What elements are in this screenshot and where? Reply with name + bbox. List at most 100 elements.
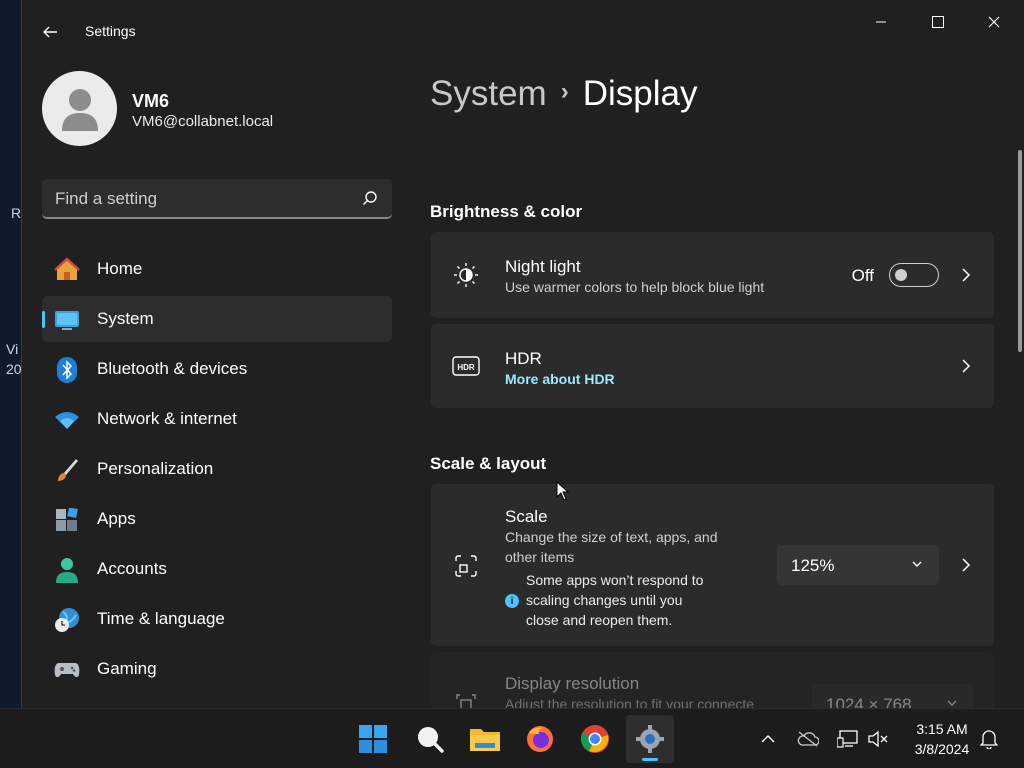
sidebar-item-label: Bluetooth & devices [97,359,248,378]
back-button[interactable] [34,16,66,48]
back-arrow-icon [43,26,57,38]
show-hidden-icons-button[interactable] [756,727,780,751]
sidebar-item-time-language[interactable]: Time & language [42,596,392,642]
bluetooth-icon [54,357,80,383]
breadcrumb: System › Display [430,74,697,114]
toggle-knob [895,269,907,281]
notifications-button[interactable] [977,727,1001,751]
section-title-brightness: Brightness & color [430,202,583,221]
avatar [42,71,117,146]
brush-icon [54,457,80,483]
search-placeholder: Find a setting [55,189,158,208]
gamepad-icon [54,657,80,683]
chevron-down-icon [947,700,957,706]
main-content: System › Display Brightness & color Night … [430,0,1005,708]
hdr-title: HDR [505,349,542,368]
sidebar-item-label: Accounts [97,559,167,578]
clock-date: 3/8/2024 [914,741,970,757]
sidebar-item-system[interactable]: System [42,296,392,342]
display-resolution-title: Display resolution [505,674,640,693]
file-explorer-icon [470,729,500,751]
firefox-icon [527,726,553,752]
night-light-toggle[interactable] [889,263,939,287]
night-light-title: Night light [505,257,581,276]
scale-dropdown-value: 125% [791,556,835,575]
hdr-more-link[interactable]: More about HDR [505,371,615,387]
active-app-indicator [642,758,658,761]
search-input[interactable]: Find a setting [42,179,392,219]
profile-email: VM6@collabnet.local [132,113,274,130]
night-light-state-label: Off [851,266,874,285]
scale-note-line1: Some apps won’t respond to [526,572,704,588]
breadcrumb-parent[interactable]: System [430,74,547,113]
sidebar-item-home[interactable]: Home [42,246,392,292]
sidebar-item-accounts[interactable]: Accounts [42,546,392,592]
sidebar-item-gaming[interactable]: Gaming [42,646,392,692]
hdr-icon: HDR [451,351,481,381]
taskbar-settings[interactable] [626,715,674,763]
display-resolution-subtitle: Adjust the resolution to fit your connec… [505,696,755,708]
page-title: Display [582,74,698,113]
taskbar-chrome[interactable] [571,715,619,763]
scale-dropdown[interactable]: 125% [777,545,939,585]
scale-icon [451,551,481,581]
sidebar-item-bluetooth[interactable]: Bluetooth & devices [42,346,392,392]
mouse-cursor-icon [556,481,570,501]
network-icon [837,730,858,748]
resolution-dropdown[interactable]: 1024 × 768 [812,684,974,708]
settings-icon [636,725,664,753]
display-resolution-card[interactable]: Display resolution Adjust the resolution… [431,652,994,708]
scale-title: Scale [505,507,548,526]
scrollbar-thumb[interactable] [1018,150,1022,352]
scale-note-line2: scaling changes until you [526,592,683,608]
accounts-icon [54,557,80,583]
sidebar-item-label: Time & language [97,609,225,628]
app-title: Settings [85,23,136,39]
resolution-icon [451,690,481,708]
night-light-card[interactable]: Night light Use warmer colors to help bl… [431,232,994,318]
sidebar-item-label: Gaming [97,659,157,678]
scale-subtitle-line1: Change the size of text, apps, and [505,529,718,545]
start-icon [359,725,387,753]
taskbar: 3:15 AM 3/8/2024 [0,708,1024,768]
search-icon [363,191,377,205]
sidebar-item-label: Personalization [97,459,214,478]
sidebar-nav: Home System Bluetooth & devices Network … [42,246,392,696]
desktop-icon-label: Vi [6,341,19,357]
volume-muted-icon [868,730,888,748]
sidebar-item-network[interactable]: Network & internet [42,396,392,442]
user-avatar-icon [61,88,98,131]
user-profile[interactable]: VM6 VM6@collabnet.local [42,71,402,147]
chevron-right-icon [958,557,974,573]
taskbar-clock[interactable]: 3:15 AM 3/8/2024 [900,719,984,759]
start-button[interactable] [349,715,397,763]
taskbar-search-button[interactable] [406,715,454,763]
apps-icon [54,507,80,533]
wifi-icon [54,407,80,433]
scale-card[interactable]: Scale Change the size of text, apps, and… [431,484,994,646]
profile-name: VM6 [132,91,170,111]
network-tray[interactable] [836,727,860,751]
sidebar-item-label: Network & internet [97,409,237,428]
home-icon [54,257,80,283]
sidebar-item-label: Apps [97,509,136,528]
chevron-right-icon [958,267,974,283]
svg-text:HDR: HDR [457,363,475,372]
volume-tray[interactable] [867,727,891,751]
sidebar-item-apps[interactable]: Apps [42,496,392,542]
sidebar-item-label: Home [97,259,143,278]
taskbar-firefox[interactable] [516,715,564,763]
sidebar-item-personalization[interactable]: Personalization [42,446,392,492]
breadcrumb-separator: › [560,77,569,105]
hdr-card[interactable]: HDR HDR More about HDR [431,324,994,408]
onedrive-tray[interactable] [796,727,820,751]
taskbar-file-explorer[interactable] [461,715,509,763]
notification-bell-icon [980,730,998,749]
chrome-icon [580,725,609,753]
onedrive-icon [797,731,819,747]
night-light-icon [451,260,481,290]
scale-note-line3: close and reopen them. [526,612,673,628]
desktop-icon-label: R [11,205,22,221]
info-icon: i [505,594,519,608]
night-light-subtitle: Use warmer colors to help block blue lig… [505,279,765,295]
